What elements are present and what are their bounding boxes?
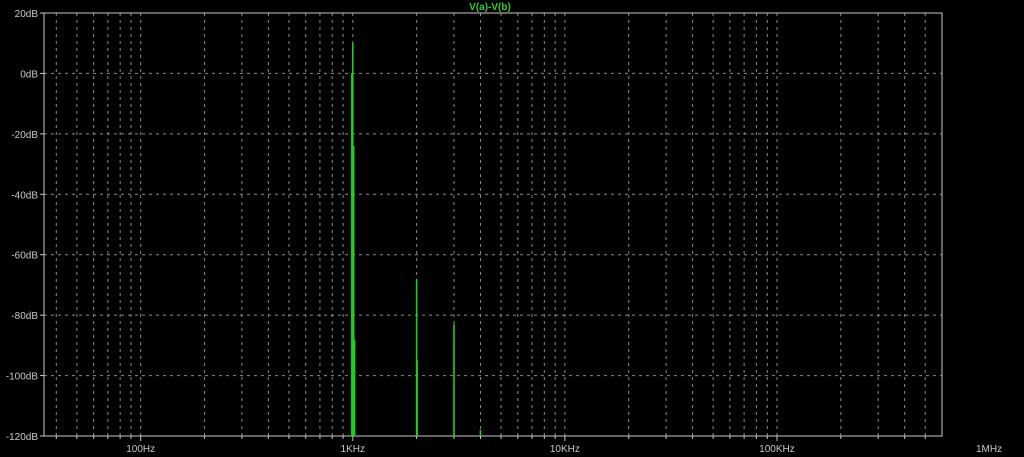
waveform-plot: 20dB 0dB -20dB -40dB -60dB -80dB -100dB -120dB …: [0, 0, 1024, 457]
trace-title[interactable]: V(a)-V(b): [469, 2, 511, 13]
y-tick-label: 20dB: [15, 9, 39, 20]
y-tick-label: -20dB: [11, 130, 38, 141]
x-tick-label: 100Hz: [126, 444, 155, 455]
y-tick-label: -40dB: [11, 190, 38, 201]
x-tick-label: 1KHz: [341, 444, 365, 455]
plot-background: [0, 0, 1024, 457]
y-tick-label: -80dB: [11, 311, 38, 322]
y-tick-label: -100dB: [6, 372, 39, 383]
y-tick-label: -120dB: [6, 432, 39, 443]
x-tick-label: 100KHz: [759, 444, 795, 455]
y-tick-label: 0dB: [20, 69, 38, 80]
x-tick-label: 10KHz: [550, 444, 580, 455]
y-tick-label: -60dB: [11, 251, 38, 262]
x-tick-label: 1MHz: [976, 444, 1002, 455]
plot-canvas: 20dB0dB-20dB-40dB-60dB-80dB-100dB-120dB …: [0, 0, 1024, 457]
